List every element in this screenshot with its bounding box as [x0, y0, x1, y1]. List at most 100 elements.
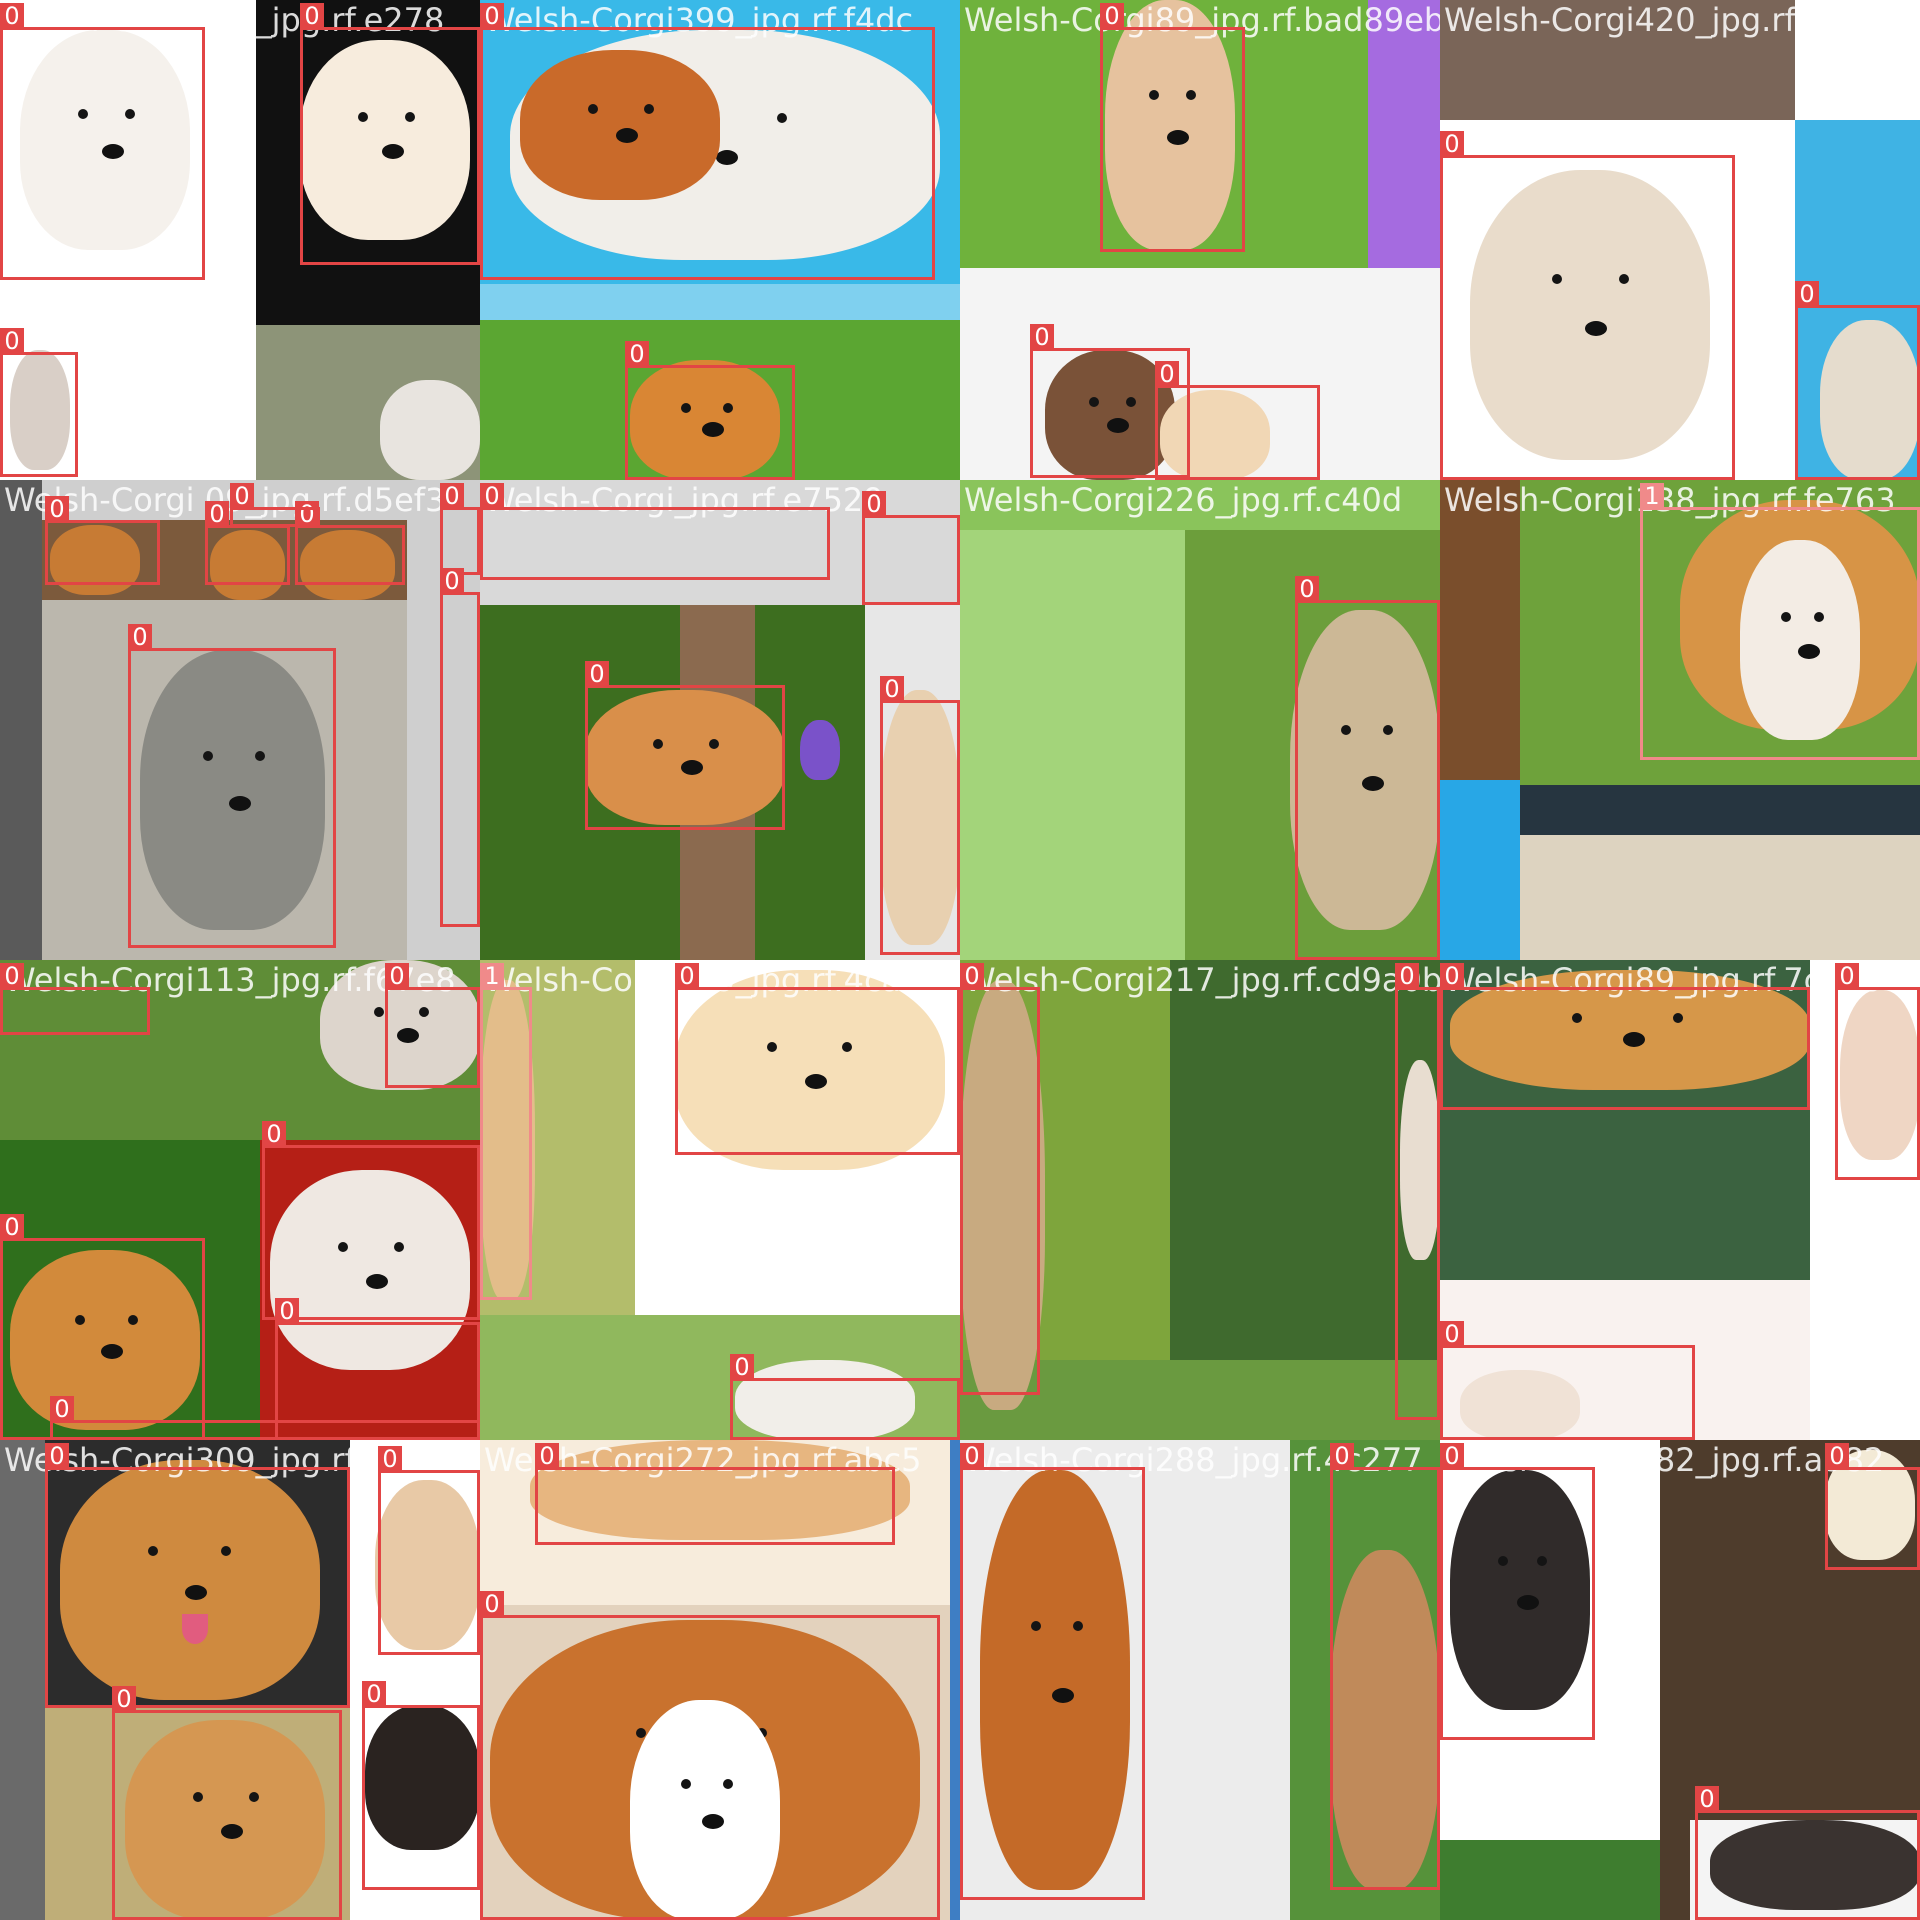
- class-label: 0: [128, 624, 152, 650]
- bounding-box: 1: [1640, 483, 1920, 760]
- bounding-box: 0: [862, 491, 960, 605]
- class-label: 0: [1835, 963, 1859, 989]
- class-label: 0: [535, 1443, 559, 1469]
- class-label: 1: [480, 963, 504, 989]
- class-label: 0: [112, 1686, 136, 1712]
- class-label: 0: [1795, 281, 1819, 307]
- bounding-box: 0: [1440, 963, 1810, 1110]
- photo-region: [950, 1440, 960, 1920]
- class-label: 0: [862, 491, 886, 517]
- bounding-box: 0: [128, 624, 336, 948]
- bounding-box: 0: [480, 3, 935, 280]
- class-label: 0: [880, 676, 904, 702]
- mosaic-tile: Welsh-Corgi309_jpg.rf.8bde 0 0 0 0: [0, 1440, 480, 1920]
- class-label: 0: [275, 1298, 299, 1324]
- class-label: 0: [1695, 1786, 1719, 1812]
- photo-region: [0, 1440, 45, 1920]
- photo-region: [1440, 780, 1520, 960]
- bounding-box: 0: [262, 1121, 480, 1320]
- mosaic-tile: Welsh-Corgi377_jpg.rf.e278 0 0 0: [0, 0, 480, 480]
- class-label: 0: [1295, 576, 1319, 602]
- class-label: 0: [205, 501, 229, 527]
- mosaic-tile: Welsh-Corgi420_jpg.rf.ba6b 0 0: [1440, 0, 1920, 480]
- class-label: 0: [960, 1443, 984, 1469]
- bounding-box: 0: [1100, 3, 1245, 252]
- bounding-box: 0: [585, 661, 785, 830]
- bounding-box: 0: [1825, 1443, 1920, 1570]
- class-label: 1: [1640, 483, 1664, 509]
- photo-region: [1520, 835, 1920, 960]
- bounding-box: 0: [625, 341, 795, 480]
- class-label: 0: [1440, 963, 1464, 989]
- class-label: 0: [675, 963, 699, 989]
- mosaic-tile: Welsh-Corgi399_jpg.rf.f4dc 0 0: [480, 0, 960, 480]
- bounding-box: 0: [300, 3, 480, 265]
- bounding-box: 0: [112, 1686, 342, 1920]
- photo-region: [1440, 1840, 1660, 1920]
- bounding-box: 0: [1440, 1321, 1695, 1440]
- class-label: 0: [1155, 361, 1179, 387]
- bounding-box: 0: [1795, 281, 1920, 480]
- class-label: 0: [45, 1443, 69, 1469]
- bounding-box: 0: [440, 483, 480, 575]
- bounding-box: 0: [0, 3, 205, 280]
- bounding-box: 0: [385, 963, 480, 1088]
- class-label: 0: [960, 963, 984, 989]
- class-label: 0: [730, 1354, 754, 1380]
- photo-region: [1368, 0, 1440, 268]
- class-label: 0: [385, 963, 409, 989]
- bounding-box: 0: [230, 483, 320, 527]
- photo-region: [1440, 0, 1795, 120]
- class-label: 0: [1440, 1321, 1464, 1347]
- bounding-box: 0: [880, 676, 960, 955]
- bounding-box: 0: [362, 1681, 480, 1890]
- mosaic-tile: Welsh-Corgi109_jpg.rf.4ca71 1 0 0: [480, 960, 960, 1440]
- class-label: 0: [230, 483, 254, 509]
- class-label: 0: [262, 1121, 286, 1147]
- bounding-box: 0: [0, 1214, 205, 1440]
- class-label: 0: [1440, 1443, 1464, 1469]
- bounding-box: 0: [45, 1443, 350, 1708]
- mosaic-tile: Welsh-Corgi138_jpg.rf.fe763 1: [1440, 480, 1920, 960]
- bounding-box: 0: [1440, 131, 1735, 480]
- bounding-box: 0: [1295, 576, 1440, 960]
- class-label: 0: [1825, 1443, 1849, 1469]
- class-label: 0: [440, 568, 464, 594]
- class-label: 0: [1395, 963, 1419, 989]
- class-label: 0: [0, 3, 24, 29]
- class-label: 0: [480, 483, 504, 509]
- mosaic-tile: Welsh-Corgi482_jpg.rf.a982 0 0 0: [1440, 1440, 1920, 1920]
- mosaic-tile: Welsh-Corgi89_jpg.rf.7ca78 0 0 0: [1440, 960, 1920, 1440]
- bounding-box: 0: [295, 501, 405, 585]
- photo-region: [480, 284, 960, 320]
- photo-region: [0, 480, 42, 960]
- bounding-box: 0: [480, 1591, 940, 1920]
- class-label: 0: [378, 1446, 402, 1472]
- class-label: 0: [480, 3, 504, 29]
- bounding-box: 0: [960, 963, 1040, 1395]
- bounding-box: 0: [45, 496, 160, 585]
- corgi-figure: [800, 720, 840, 780]
- class-label: 0: [50, 1396, 74, 1422]
- bounding-box: 0: [675, 963, 960, 1155]
- photo-region: [960, 530, 1185, 960]
- class-label: 0: [1440, 131, 1464, 157]
- bounding-box: 0: [205, 501, 290, 585]
- class-label: 0: [0, 963, 24, 989]
- mosaic-tile: Welsh-Corgi_jpg.rf.e7529 0 0 0 0: [480, 480, 960, 960]
- mosaic-tile: Welsh-Corgi217_jpg.rf.cd9a0be0a00: [960, 960, 1440, 1440]
- bounding-box: 0: [1155, 361, 1320, 480]
- class-label: 0: [362, 1681, 386, 1707]
- class-label: 0: [0, 328, 24, 354]
- class-label: 0: [625, 341, 649, 367]
- bounding-box: 0: [535, 1443, 895, 1545]
- mosaic-tile: Welsh-Corgi272_jpg.rf.abc5 0 0: [480, 1440, 960, 1920]
- class-label: 0: [45, 496, 69, 522]
- training-batch-mosaic: Welsh-Corgi377_jpg.rf.e278 0 0 0 Welsh-Corgi…: [0, 0, 1920, 1920]
- class-label: 0: [300, 3, 324, 29]
- bounding-box: 0: [0, 963, 150, 1035]
- mosaic-tile: Welsh-Corgi288_jpg.rf.4c277 0 0: [960, 1440, 1440, 1920]
- bounding-box: 0: [1835, 963, 1920, 1180]
- mosaic-tile: Welsh-Corgi 09_jpg.rf.d5ef3 0 0 0 0 0 0 0: [0, 480, 480, 960]
- bounding-box: 0: [730, 1354, 960, 1440]
